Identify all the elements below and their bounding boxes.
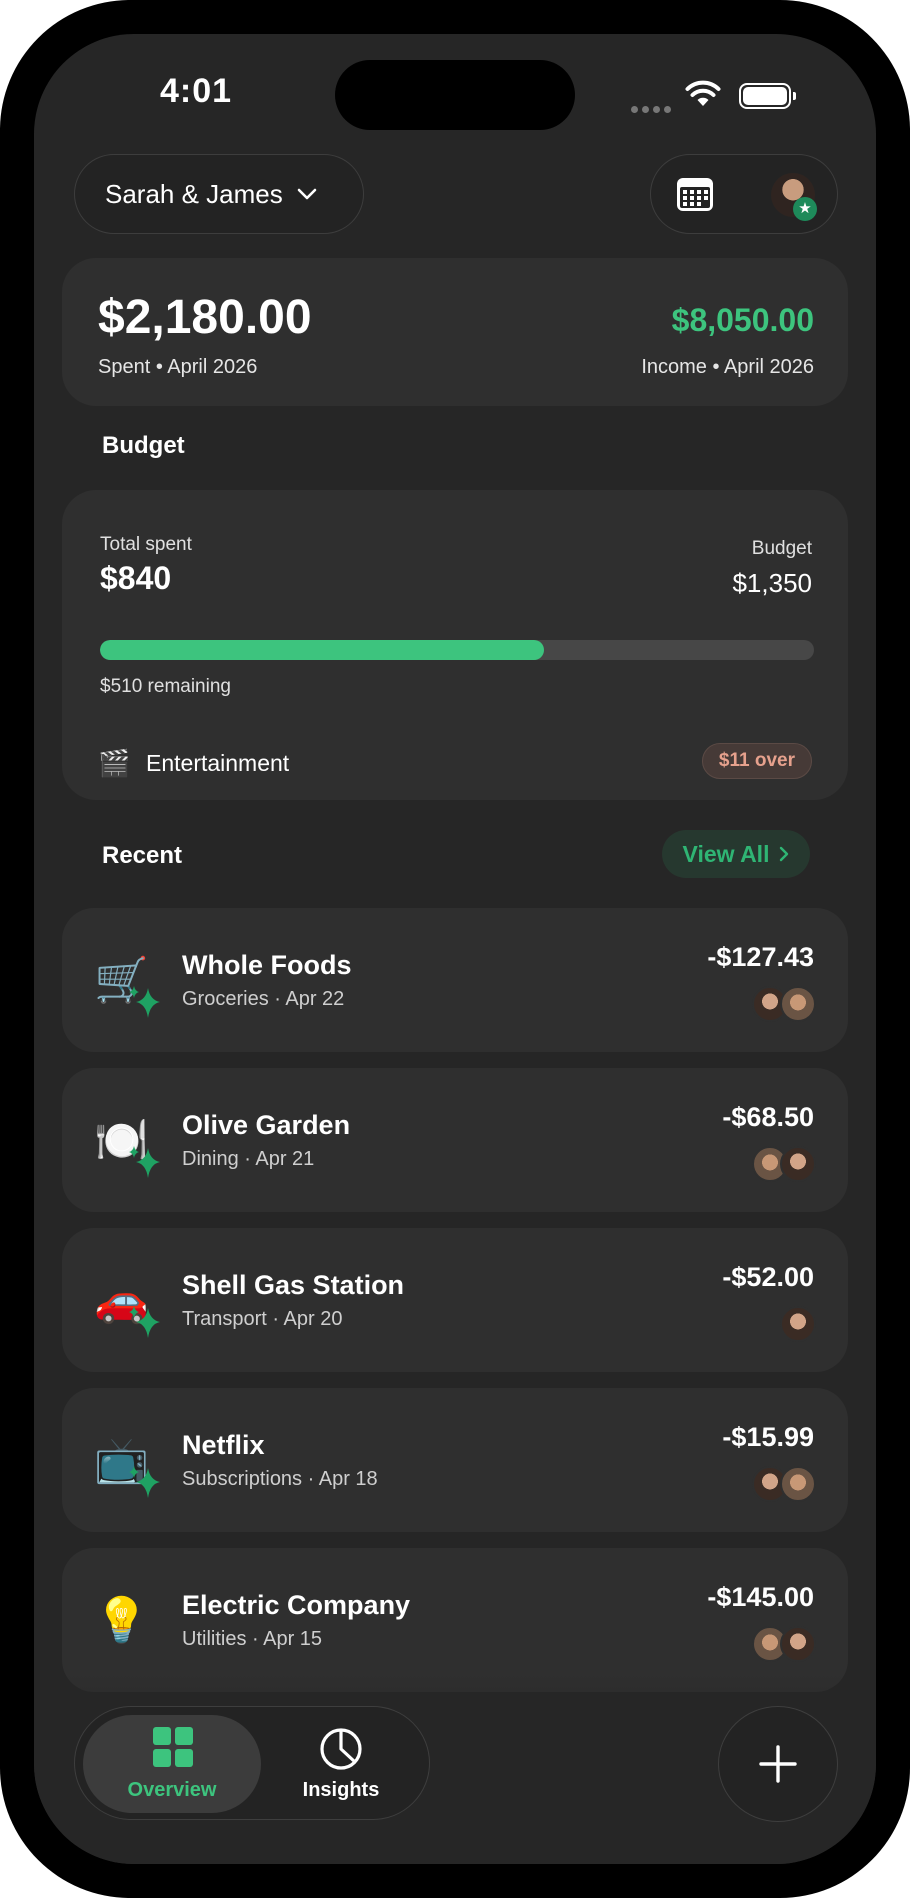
grid-icon (153, 1727, 193, 1767)
transaction-amount: -$68.50 (722, 1102, 814, 1132)
transaction-amount: -$145.00 (707, 1582, 814, 1612)
transaction-meta: Dining · Apr 21 (182, 1148, 315, 1170)
pie-chart-icon (320, 1728, 362, 1770)
member-avatars (752, 986, 816, 1022)
tab-overview-label: Overview (127, 1779, 217, 1801)
income-label: Income • April 2026 (641, 356, 814, 378)
budget-section-title: Budget (102, 432, 185, 459)
total-spent-label: Total spent (100, 534, 192, 555)
sparkle-icon (129, 1306, 160, 1338)
header-actions: ★ (650, 154, 838, 234)
recent-section-title: Recent (102, 842, 183, 869)
sparkle-icon (129, 1146, 160, 1178)
phone-frame: 4:01 Sarah & James ★ $2,180.00 Spent • A… (0, 0, 910, 1898)
battery-icon (739, 83, 796, 109)
category-icon: 💡 (94, 1596, 149, 1645)
budget-remaining: $510 remaining (100, 676, 231, 697)
profile-avatar[interactable]: ★ (771, 173, 817, 221)
member-avatars (752, 1626, 816, 1662)
dynamic-island (335, 60, 575, 130)
calendar-icon[interactable] (675, 175, 715, 213)
plus-icon (759, 1745, 797, 1783)
tab-insights[interactable]: Insights (271, 1715, 411, 1813)
star-badge-icon: ★ (793, 197, 817, 221)
budget-progress-bar (100, 640, 814, 660)
chevron-right-icon (780, 846, 789, 862)
transaction-row[interactable]: 📺 Netflix Subscriptions · Apr 18 -$15.99 (62, 1388, 848, 1532)
budget-progress-fill (100, 640, 545, 660)
merchant-name: Shell Gas Station (182, 1270, 405, 1300)
avatar-sarah (780, 1306, 816, 1342)
avatar-sarah (780, 1626, 816, 1662)
transaction-amount: -$127.43 (707, 942, 814, 972)
transaction-meta: Utilities · Apr 15 (182, 1628, 323, 1650)
spent-amount: $2,180.00 (98, 291, 312, 344)
chevron-down-icon (297, 188, 317, 200)
tab-overview[interactable]: Overview (83, 1715, 261, 1813)
transaction-row[interactable]: 💡 Electric Company Utilities · Apr 15 -$145… (62, 1548, 848, 1692)
wifi-icon (685, 80, 721, 106)
merchant-name: Netflix (182, 1430, 265, 1460)
spent-label: Spent • April 2026 (98, 356, 258, 378)
transaction-meta: Subscriptions · Apr 18 (182, 1468, 378, 1490)
transaction-meta: Transport · Apr 20 (182, 1308, 343, 1330)
cellular-signal-icon (631, 100, 675, 118)
income-amount: $8,050.00 (671, 302, 814, 338)
member-avatars (752, 1466, 816, 1502)
transaction-amount: -$52.00 (722, 1262, 814, 1292)
tab-bar: Overview Insights (74, 1706, 430, 1820)
budget-card[interactable]: Total spent $840 Budget $1,350 $510 rema… (62, 490, 848, 800)
transaction-row[interactable]: 🚗 Shell Gas Station Transport · Apr 20 -$52… (62, 1228, 848, 1372)
account-name: Sarah & James (105, 178, 283, 209)
sparkle-icon (129, 1466, 160, 1498)
view-all-button[interactable]: View All (662, 830, 810, 878)
over-budget-badge: $11 over (701, 743, 812, 779)
monthly-summary-card: $2,180.00 Spent • April 2026 $8,050.00 I… (62, 258, 848, 406)
tab-insights-label: Insights (302, 1779, 380, 1801)
budget-amount: $1,350 (732, 568, 812, 598)
transaction-row[interactable]: 🍽️ Olive Garden Dining · Apr 21 -$68.50 (62, 1068, 848, 1212)
status-time: 4:01 (160, 72, 233, 110)
category-name: Entertainment (146, 750, 290, 776)
view-all-label: View All (682, 840, 770, 867)
merchant-name: Olive Garden (182, 1110, 351, 1140)
avatar-james (780, 1466, 816, 1502)
merchant-name: Whole Foods (182, 950, 352, 980)
app-screen: 4:01 Sarah & James ★ $2,180.00 Spent • A… (34, 34, 876, 1864)
avatar-james (780, 986, 816, 1022)
member-avatars (752, 1146, 816, 1182)
avatar-sarah (780, 1146, 816, 1182)
transaction-row[interactable]: 🛒 Whole Foods Groceries · Apr 22 -$127.43 (62, 908, 848, 1052)
clapperboard-icon: 🎬 (98, 748, 131, 778)
transaction-meta: Groceries · Apr 22 (182, 988, 345, 1010)
add-transaction-button[interactable] (718, 1706, 838, 1822)
account-switcher-button[interactable]: Sarah & James (74, 154, 364, 234)
member-avatars (780, 1306, 816, 1342)
total-spent-amount: $840 (100, 560, 172, 596)
budget-label: Budget (751, 538, 812, 559)
merchant-name: Electric Company (182, 1590, 411, 1620)
sparkle-icon (129, 986, 160, 1018)
transaction-amount: -$15.99 (722, 1422, 814, 1452)
